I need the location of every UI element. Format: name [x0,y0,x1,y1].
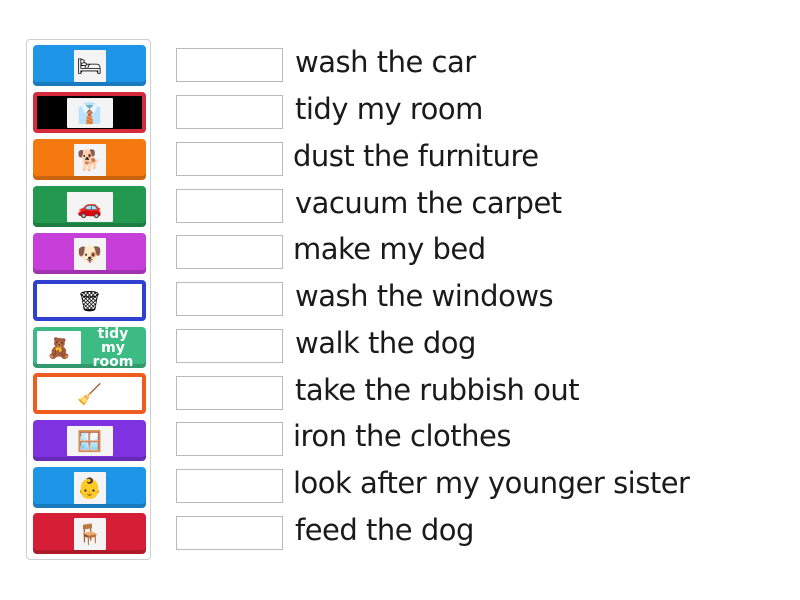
answer-label: dust the furniture [293,139,539,173]
answer-label: feed the dog [295,513,474,547]
drop-target-box[interactable] [176,142,283,176]
look-after-sister-image: 👶 [73,471,106,504]
answer-label: iron the clothes [293,419,511,453]
answer-label: wash the car [295,45,476,79]
draggable-tile[interactable]: 🪑 [33,513,146,554]
wash-windows-image: 🪟 [66,425,113,456]
drop-target-box[interactable] [176,329,283,363]
tidy-room-image: 🧸 [37,331,81,364]
iron-clothes-image: 👔 [66,97,113,128]
draggable-tile[interactable]: 👔 [33,92,146,133]
answer-label: make my bed [293,232,486,266]
answer-label: wash the windows [295,279,554,313]
answer-label: vacuum the carpet [295,186,562,220]
take-rubbish-out-image: 🗑 [73,284,106,317]
answer-label: take the rubbish out [295,373,580,407]
tile-text: tidy my room [92,327,134,368]
answer-label: tidy my room [295,92,483,126]
draggable-tile[interactable]: 🧹 [33,373,146,414]
make-bed-image: 🛏 [73,49,106,82]
draggable-tile[interactable]: 🐶 [33,233,146,274]
vacuum-carpet-image: 🧹 [73,377,106,410]
answer-label: look after my younger sister [293,466,690,500]
draggable-tile[interactable]: 🪟 [33,420,146,461]
draggable-tile[interactable]: 🚗 [33,186,146,227]
drop-target-box[interactable] [176,235,283,269]
draggable-tile[interactable]: 👶 [33,467,146,508]
tile-tray: 🛏 👔 🐕 🚗 🐶 🗑 🧸 tidy my room 🧹 🪟 👶 🪑 [26,39,151,560]
answer-label: walk the dog [295,326,476,360]
drop-target-box[interactable] [176,282,283,316]
draggable-tile[interactable]: 🐕 [33,139,146,180]
drop-target-box[interactable] [176,95,283,129]
drop-target-box[interactable] [176,469,283,503]
draggable-tile[interactable]: 🗑 [33,280,146,321]
feed-dog-image: 🐶 [73,237,106,270]
draggable-tile[interactable]: 🧸 tidy my room [33,327,146,368]
drop-target-box[interactable] [176,376,283,410]
walk-dog-image: 🐕 [73,143,106,176]
drop-target-box[interactable] [176,189,283,223]
draggable-tile[interactable]: 🛏 [33,45,146,86]
wash-car-image: 🚗 [66,191,113,222]
drop-target-box[interactable] [176,516,283,550]
dust-furniture-image: 🪑 [73,517,106,550]
drop-target-box[interactable] [176,48,283,82]
drop-target-box[interactable] [176,422,283,456]
